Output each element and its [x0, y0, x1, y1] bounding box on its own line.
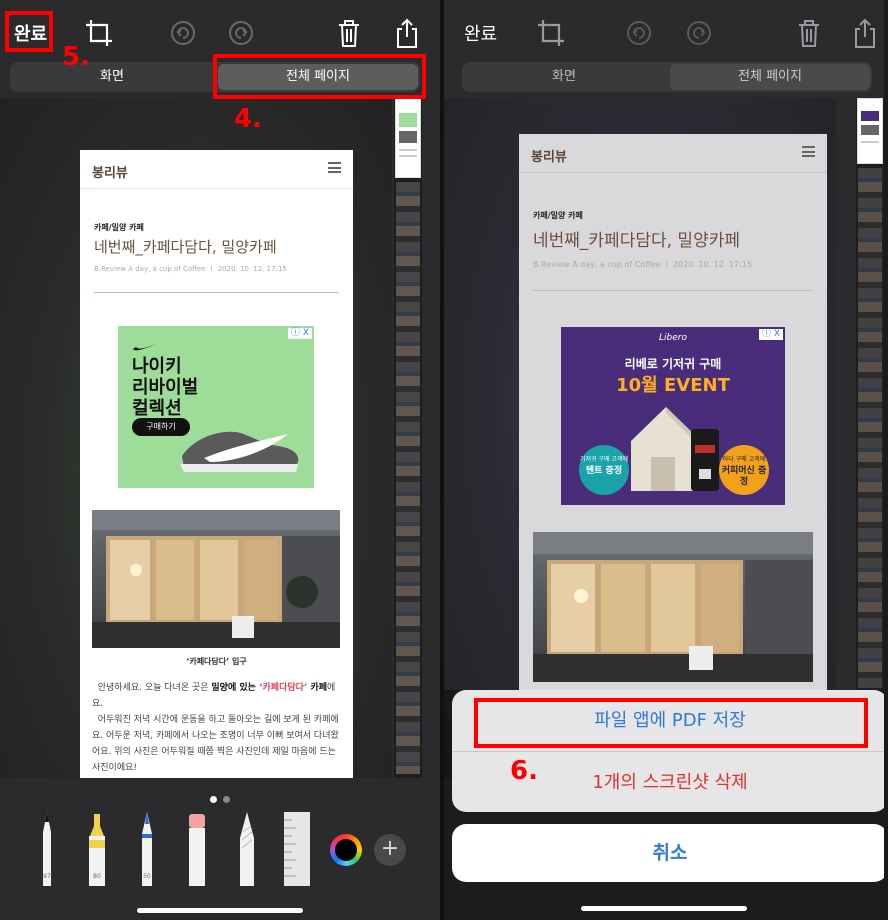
libero-advertisement[interactable]: ⓘ X Libero 리베로 기저귀 구매 10월 EVENT 기저귀 구매 고… — [561, 327, 785, 505]
capture-mode-segmented-control: 화면 전체 페이지 — [462, 62, 872, 92]
crop-icon[interactable] — [534, 16, 568, 50]
undo-icon[interactable] — [166, 16, 200, 50]
body-text-3: 카페 — [307, 683, 328, 693]
markup-editor-left: 완료 화면 전체 페이지 봉리뷰 카페/밀양 카페 네번째_카페다담다, 밀양카… — [0, 0, 440, 920]
trash-icon[interactable] — [792, 16, 826, 50]
share-icon[interactable] — [390, 16, 424, 50]
badge-tent-big: 텐트 증정 — [585, 466, 623, 476]
pen-size-label: 97 — [43, 873, 51, 880]
blog-brand: 봉리뷰 — [92, 166, 128, 181]
post-meta: B.Review A day, a cup of Coffee I 2020. 10… — [94, 265, 287, 273]
markup-toolbar: 완료 — [444, 0, 884, 60]
share-icon[interactable] — [848, 16, 882, 50]
sneaker-image — [180, 431, 299, 472]
pen-tool[interactable]: 97 — [36, 810, 58, 886]
menu-icon — [802, 146, 815, 157]
highlight-box-save-pdf — [474, 698, 868, 748]
post-category: 카페/밀양 카페 — [94, 223, 144, 232]
header-divider — [80, 188, 353, 189]
cancel-button[interactable]: 취소 — [452, 824, 884, 882]
thumbnail-viewport-indicator[interactable] — [857, 98, 883, 164]
step-5-label: 5. — [62, 42, 90, 72]
blog-brand: 봉리뷰 — [531, 150, 567, 165]
highlight-box-full-page — [213, 54, 426, 99]
badge-tent-small: 기저귀 구매 고객에 — [580, 456, 628, 463]
step-4-label: 4. — [234, 104, 262, 134]
trash-icon[interactable] — [332, 16, 366, 50]
page-dot-active[interactable] — [210, 796, 217, 803]
tool-page-dots — [0, 788, 440, 807]
post-meta: B.Review A day, a cup of Coffee I 2020. 10… — [533, 260, 752, 269]
meta-separator: I — [210, 265, 213, 273]
tab-screen[interactable]: 화면 — [464, 64, 664, 90]
promo-badge-coffee: 타다 구매 고객에커피머신 증정 — [719, 445, 769, 495]
badge-coffee-small: 타다 구매 고객에 — [722, 456, 766, 463]
page-thumbnail-strip[interactable] — [394, 98, 422, 778]
redo-icon[interactable] — [224, 16, 258, 50]
eraser-tool[interactable] — [186, 810, 208, 886]
ruler-tool[interactable] — [282, 810, 312, 886]
markup-editor-right: 완료 화면 전체 페이지 봉리뷰 카페/밀양 카페 네번째_카페다담다, 밀양카… — [444, 0, 884, 920]
home-indicator — [581, 906, 747, 911]
ad-headline-2: 10월 EVENT — [616, 375, 730, 396]
pencil-size-label: 50 — [143, 873, 151, 880]
promo-badge-tent: 기저귀 구매 고객에텐트 증정 — [579, 445, 629, 495]
highlight-box-done — [5, 11, 53, 52]
body-paragraph-2: 어두워진 저녁 시간에 운동을 하고 돌아오는 길에 보게 된 카페에요. 어두… — [92, 715, 339, 773]
drawing-tools-palette: 97 80 50 + — [0, 778, 440, 920]
cafe-entrance-photo — [92, 510, 340, 648]
thumbnail-viewport-indicator[interactable] — [395, 98, 421, 178]
thumbnail-page-strip — [858, 168, 882, 688]
nike-advertisement[interactable]: ⓘ X 나이키 리바이벌 컬렉션 구매하기 — [118, 326, 314, 488]
body-text-1: 안녕하세요. 오늘 다녀온 곳은 — [97, 683, 212, 693]
redo-icon[interactable] — [682, 16, 716, 50]
body-highlight-cafe: ‘카페다담다’ — [255, 683, 308, 693]
post-category: 카페/밀양 카페 — [533, 211, 583, 220]
lasso-tool[interactable] — [236, 810, 258, 886]
page-preview-canvas[interactable]: 봉리뷰 카페/밀양 카페 네번째_카페다담다, 밀양카페 B.Review A … — [444, 98, 836, 778]
webpage-preview[interactable]: 봉리뷰 카페/밀양 카페 네번째_카페다담다, 밀양카페 B.Review A … — [80, 150, 353, 780]
body-text-2: 밀양에 있는 — [211, 683, 256, 693]
ad-headline-1: 리베로 기저귀 구매 — [624, 357, 722, 371]
libero-logo: Libero — [659, 333, 687, 343]
cafe-entrance-photo — [533, 532, 813, 682]
marker-size-label: 80 — [93, 873, 101, 880]
nike-swoosh-icon — [133, 342, 161, 351]
title-underline — [533, 290, 813, 291]
pencil-tool[interactable]: 50 — [136, 810, 158, 886]
webpage-preview[interactable]: 봉리뷰 카페/밀양 카페 네번째_카페다담다, 밀양카페 B.Review A … — [519, 134, 827, 694]
color-picker-icon[interactable] — [330, 834, 362, 866]
photo-caption: ‘카페다담다’ 입구 — [186, 657, 247, 666]
post-title: 네번째_카페다담다, 밀양카페 — [94, 238, 277, 256]
meta-separator: I — [665, 260, 668, 269]
page-thumbnail-strip[interactable] — [856, 98, 884, 778]
tab-full-page[interactable]: 전체 페이지 — [670, 64, 870, 90]
post-author: B.Review A day, a cup of Coffee — [533, 260, 661, 269]
post-date: 2020. 10. 12. 17:15 — [217, 265, 287, 273]
undo-icon[interactable] — [622, 16, 656, 50]
post-author: B.Review A day, a cup of Coffee — [94, 265, 206, 273]
thumbnail-page-strip — [396, 182, 420, 774]
marker-tool[interactable]: 80 — [86, 810, 108, 886]
badge-coffee-big: 커피머신 증정 — [721, 466, 767, 487]
done-button[interactable]: 완료 — [464, 20, 497, 46]
page-dot[interactable] — [223, 796, 230, 803]
post-title: 네번째_카페다담다, 밀양카페 — [533, 231, 740, 251]
header-divider — [519, 172, 827, 173]
step-6-label: 6. — [510, 756, 538, 786]
menu-icon — [328, 162, 341, 173]
ad-close-icon[interactable]: ⓘ X — [287, 328, 312, 339]
home-indicator — [137, 908, 303, 913]
tab-screen[interactable]: 화면 — [12, 64, 212, 90]
post-body: 안녕하세요. 오늘 다녀온 곳은 밀양에 있는 ‘카페다담다’ 카페에요. 어두… — [92, 680, 343, 776]
page-preview-canvas[interactable]: 봉리뷰 카페/밀양 카페 네번째_카페다담다, 밀양카페 B.Review A … — [0, 98, 392, 780]
plus-icon[interactable]: + — [374, 834, 406, 866]
ad-headline: 나이키 리바이벌 컬렉션 — [132, 356, 199, 419]
title-underline — [94, 292, 339, 293]
post-date: 2020. 10. 12. 17:15 — [672, 260, 752, 269]
